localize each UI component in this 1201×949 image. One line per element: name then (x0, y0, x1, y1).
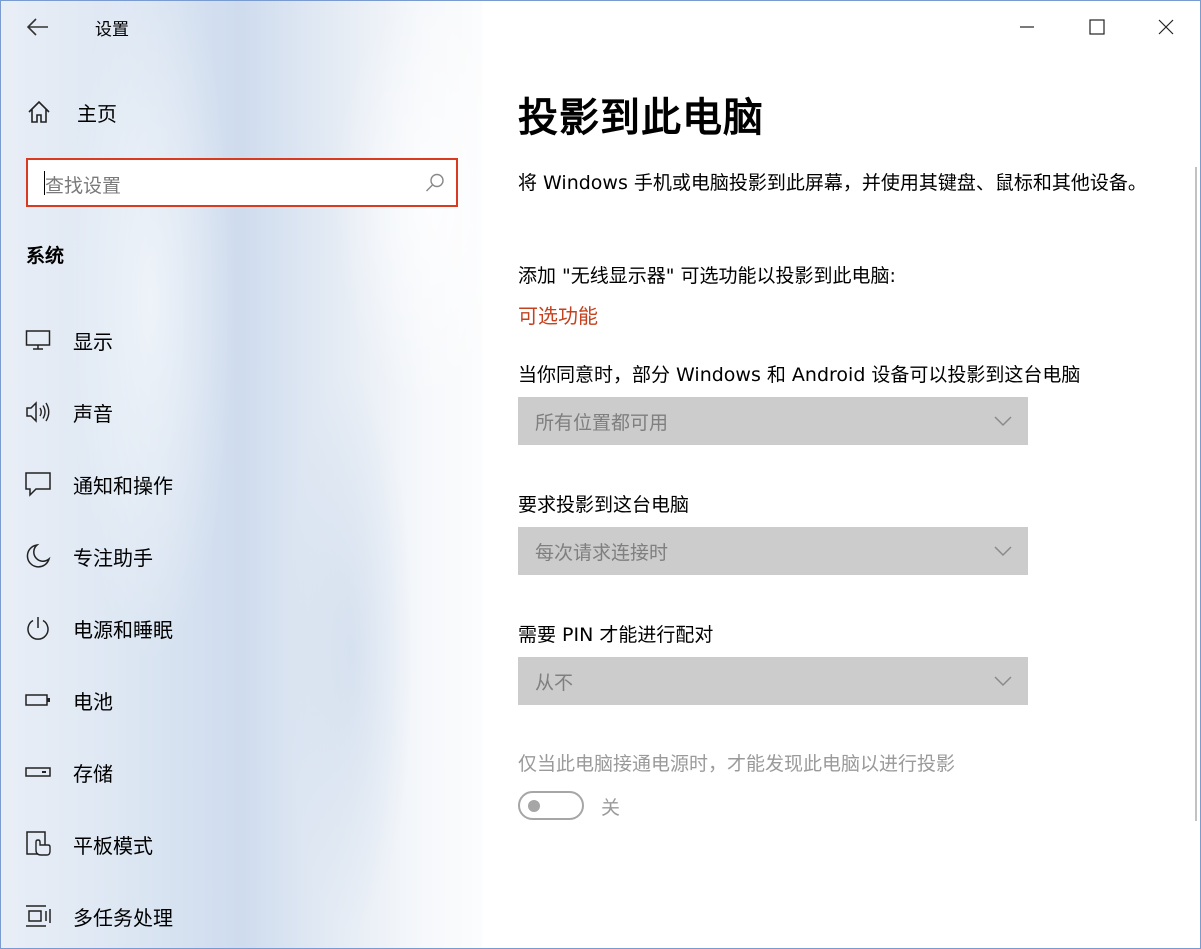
sidebar-item-sound[interactable]: 声音 (23, 392, 423, 432)
require-pin-dropdown[interactable]: 从不 (518, 657, 1028, 705)
settings-window: 设置 主页 查找设置 系统 显示 声音 通知和操作 专注助手 电源和睡眠 电池 … (0, 0, 1201, 949)
sidebar-item-focus-assist[interactable]: 专注助手 (23, 536, 423, 576)
sidebar-item-label: 通知和操作 (73, 473, 173, 498)
chevron-down-icon (994, 416, 1012, 427)
sidebar-item-label: 电源和睡眠 (73, 617, 173, 642)
sidebar-item-power-sleep[interactable]: 电源和睡眠 (23, 608, 423, 648)
sidebar-item-label: 存储 (73, 761, 113, 786)
notification-icon (23, 469, 53, 499)
home-icon (28, 100, 50, 123)
section-title: 系统 (26, 245, 65, 267)
projection-availability-label: 当你同意时，部分 Windows 和 Android 设备可以投影到这台电脑 (518, 364, 1081, 386)
minimize-button[interactable] (1009, 9, 1045, 45)
dropdown-value: 每次请求连接时 (535, 542, 669, 564)
maximize-button[interactable] (1079, 9, 1115, 45)
minimize-icon (1020, 26, 1034, 28)
projection-availability-dropdown[interactable]: 所有位置都可用 (518, 397, 1028, 445)
power-discovery-toggle[interactable] (518, 791, 584, 820)
close-button[interactable] (1148, 9, 1184, 45)
sidebar-item-label: 电池 (73, 689, 113, 714)
toggle-state-label: 关 (601, 797, 621, 819)
search-input[interactable]: 查找设置 (26, 158, 458, 207)
storage-icon (23, 757, 53, 787)
sidebar-item-storage[interactable]: 存储 (23, 752, 423, 792)
page-title: 投影到此电脑 (518, 95, 764, 141)
ask-to-project-label: 要求投影到这台电脑 (518, 494, 690, 516)
app-title: 设置 (95, 20, 129, 40)
sidebar-item-notifications[interactable]: 通知和操作 (23, 464, 423, 504)
chevron-down-icon (994, 546, 1012, 557)
sidebar-item-tablet-mode[interactable]: 平板模式 (23, 824, 423, 864)
optional-features-link[interactable]: 可选功能 (518, 300, 598, 329)
add-feature-text: 添加 "无线显示器" 可选功能以投影到此电脑: (518, 265, 896, 287)
sidebar-item-label: 专注助手 (73, 545, 153, 570)
sidebar-item-multitasking[interactable]: 多任务处理 (23, 896, 423, 936)
scrollbar[interactable] (1195, 167, 1197, 821)
ask-to-project-dropdown[interactable]: 每次请求连接时 (518, 527, 1028, 575)
sidebar-item-label: 显示 (73, 329, 113, 354)
home-label: 主页 (77, 101, 117, 126)
tablet-icon (23, 829, 53, 859)
close-icon (1158, 19, 1174, 35)
page-description: 将 Windows 手机或电脑投影到此屏幕，并使用其键盘、鼠标和其他设备。 (518, 172, 1147, 194)
sidebar-item-label: 平板模式 (73, 833, 153, 858)
speaker-icon (23, 397, 53, 427)
search-icon[interactable] (424, 172, 446, 194)
chevron-down-icon (994, 676, 1012, 687)
multitask-icon (23, 901, 53, 931)
power-icon (23, 613, 53, 643)
monitor-icon (23, 325, 53, 355)
require-pin-label: 需要 PIN 才能进行配对 (518, 624, 714, 646)
sidebar-item-battery[interactable]: 电池 (23, 680, 423, 720)
dropdown-value: 从不 (535, 672, 574, 694)
sidebar: 设置 主页 查找设置 系统 显示 声音 通知和操作 专注助手 电源和睡眠 电池 … (1, 1, 482, 948)
sidebar-item-display[interactable]: 显示 (23, 320, 423, 360)
sidebar-item-home[interactable]: 主页 (25, 96, 325, 128)
sidebar-item-label: 多任务处理 (73, 905, 173, 930)
search-placeholder: 查找设置 (45, 175, 122, 197)
moon-icon (23, 541, 53, 571)
power-discovery-text: 仅当此电脑接通电源时，才能发现此电脑以进行投影 (518, 753, 956, 775)
toggle-knob (528, 799, 540, 812)
maximize-icon (1089, 19, 1105, 35)
sidebar-item-label: 声音 (73, 401, 113, 426)
back-arrow-icon (27, 18, 48, 36)
dropdown-value: 所有位置都可用 (535, 412, 669, 434)
back-button[interactable] (23, 13, 53, 41)
battery-icon (23, 685, 53, 715)
